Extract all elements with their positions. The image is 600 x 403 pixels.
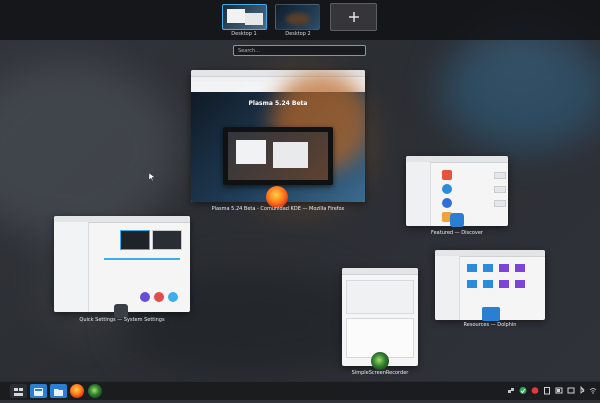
system-settings-icon: [114, 304, 128, 318]
folder-icon: [467, 280, 477, 288]
folder-icon: [483, 280, 493, 288]
install-button: [494, 200, 506, 207]
system-settings-window-caption: Quick Settings — System Settings: [79, 317, 165, 323]
simplescreenrecorder-window-caption: SimpleScreenRecorder: [351, 370, 409, 376]
firefox-window-preview[interactable]: Plasma 5.24 Beta: [191, 70, 365, 202]
desktop-2-thumbnail[interactable]: [275, 4, 320, 30]
battery-icon[interactable]: [555, 386, 563, 395]
window-preview: [227, 9, 245, 23]
desktop-2-label: Desktop 2: [285, 31, 311, 37]
app-icon: [442, 184, 452, 194]
wallpaper-shape: [440, 30, 600, 150]
slider: [104, 258, 180, 260]
discover-icon: [34, 388, 43, 396]
settings-sidebar: [54, 222, 89, 312]
network-icon[interactable]: [507, 386, 515, 395]
screen-window: [273, 142, 308, 168]
discover-window-caption: Featured — Discover: [431, 230, 483, 236]
clipboard-icon[interactable]: [543, 386, 551, 395]
laptop-screen: [228, 132, 328, 180]
install-button: [494, 172, 506, 179]
app-icon: [442, 198, 452, 208]
keyboard-icon[interactable]: [567, 386, 575, 395]
bluetooth-icon[interactable]: [578, 386, 586, 395]
window-titlebar: [342, 268, 418, 275]
theme-preview: [152, 230, 182, 250]
file-icon: [515, 264, 525, 272]
desktop-1-thumbnail[interactable]: [222, 4, 267, 30]
dolphin-taskbar-button[interactable]: [50, 384, 67, 398]
wifi-icon[interactable]: [589, 386, 597, 395]
file-icon: [499, 280, 509, 288]
page-heading: Plasma 5.24 Beta: [248, 100, 308, 107]
search-input[interactable]: Search...: [233, 45, 366, 56]
record-icon[interactable]: [531, 386, 539, 395]
icon: [154, 292, 164, 302]
screen-window: [236, 140, 266, 164]
page-content: Plasma 5.24 Beta: [191, 72, 365, 202]
dolphin-icon: [54, 389, 63, 396]
discover-icon: [450, 213, 464, 227]
folder-icon: [467, 264, 477, 272]
simplescreenrecorder-icon: [371, 352, 389, 370]
firefox-icon: [70, 385, 84, 399]
icon: [140, 292, 150, 302]
discover-sidebar: [406, 162, 431, 226]
firefox-taskbar-button[interactable]: [70, 384, 84, 398]
app-icon: [442, 170, 452, 180]
desktop-bar: Desktop 1 Desktop 2: [0, 0, 600, 40]
simplescreenrecorder-taskbar-button[interactable]: [88, 384, 102, 398]
wallpaper-preview: [286, 13, 310, 25]
mouse-cursor-icon: [149, 173, 155, 181]
settings-panel: [346, 280, 414, 314]
window-preview: [245, 13, 263, 25]
plus-icon: [348, 12, 359, 22]
laptop-image: [223, 127, 333, 185]
dolphin-icon: [482, 307, 500, 321]
file-icon: [499, 264, 509, 272]
discover-taskbar-button[interactable]: [30, 384, 47, 398]
firefox-icon: [266, 186, 288, 208]
add-desktop-button[interactable]: [330, 3, 377, 31]
folder-icon: [483, 264, 493, 272]
dolphin-places-panel: [435, 256, 460, 320]
system-settings-window-preview[interactable]: [54, 216, 190, 312]
file-icon: [515, 280, 525, 288]
theme-preview: [120, 230, 150, 250]
firefox-window-caption: Plasma 5.24 Beta - Comunidad KDE — Mozil…: [211, 206, 345, 212]
dolphin-window-caption: Resources — Dolphin: [463, 322, 517, 328]
wallpaper-shape: [0, 60, 180, 240]
updates-icon[interactable]: [519, 386, 527, 395]
simplescreenrecorder-icon: [88, 385, 102, 399]
overview-icon: [14, 388, 23, 396]
icon: [168, 292, 178, 302]
desktop-1-label: Desktop 1: [231, 31, 257, 37]
install-button: [494, 186, 506, 193]
overview-button[interactable]: [10, 384, 27, 398]
taskbar: [0, 381, 600, 400]
